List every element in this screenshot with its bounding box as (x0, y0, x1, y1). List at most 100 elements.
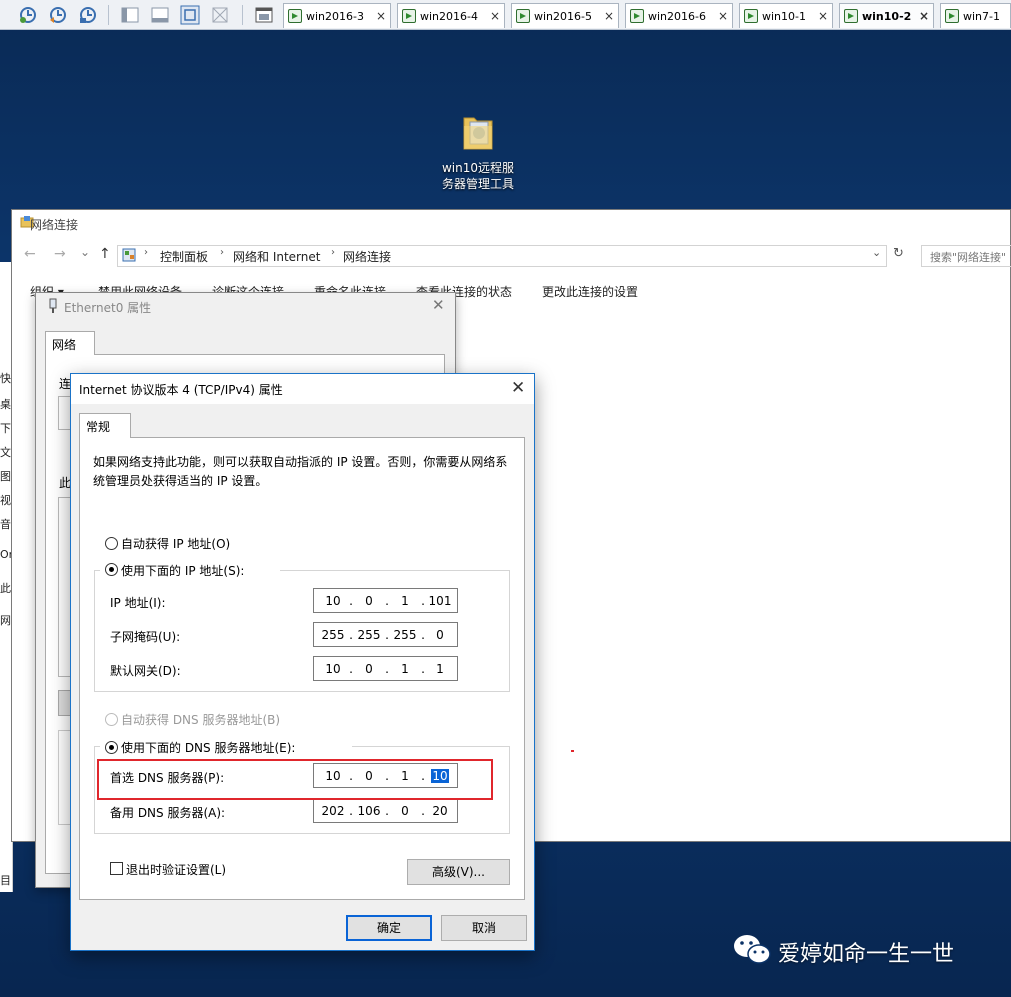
unity-icon[interactable] (210, 5, 230, 25)
network-adapter-icon (47, 298, 59, 317)
vm-tab[interactable]: win2016-4 × (397, 3, 505, 28)
subnet-mask-label: 子网掩码(U): (110, 630, 181, 644)
close-icon[interactable]: × (490, 9, 500, 23)
cancel-button[interactable]: 取消 (441, 915, 527, 941)
gateway-label: 默认网关(D): (110, 664, 181, 678)
ipv4-dialog-title: Internet 协议版本 4 (TCP/IPv4) 属性 (79, 383, 283, 397)
annotation-highlight-box (97, 759, 493, 800)
folder-icon[interactable] (462, 112, 494, 152)
strip-label: 网 (0, 614, 11, 627)
tab-general[interactable]: 常规 (79, 413, 131, 438)
ip-octet: 255 (393, 628, 417, 642)
console-view-icon[interactable] (150, 5, 170, 25)
vm-icon (630, 9, 644, 23)
auto-dns-radio[interactable] (105, 713, 118, 726)
close-icon[interactable]: × (604, 9, 614, 23)
refresh-icon[interactable]: ↻ (893, 246, 904, 261)
ip-octet: 0 (401, 804, 409, 818)
close-icon[interactable]: ✕ (432, 296, 445, 314)
validate-checkbox[interactable] (110, 862, 123, 875)
ip-octet: 255 (357, 628, 381, 642)
revert-snapshot-icon[interactable] (48, 5, 68, 25)
control-panel-icon (122, 248, 136, 265)
manual-dns-label[interactable]: 使用下面的 DNS 服务器地址(E): (121, 739, 295, 756)
close-icon[interactable]: × (818, 9, 828, 23)
close-icon[interactable]: × (376, 9, 386, 23)
vm-icon (744, 9, 758, 23)
library-view-icon[interactable] (120, 5, 140, 25)
advanced-button[interactable]: 高级(V)... (407, 859, 510, 885)
change-settings-command[interactable]: 更改此连接的设置 (542, 283, 638, 300)
forward-arrow-icon[interactable]: → (54, 246, 66, 262)
gateway-field[interactable]: 10 . 0 . 1 . 1 (313, 656, 458, 681)
ok-button[interactable]: 确定 (346, 915, 432, 941)
back-arrow-icon[interactable]: ← (24, 246, 36, 262)
auto-ip-label[interactable]: 自动获得 IP 地址(O) (121, 535, 230, 552)
vm-tab[interactable]: win2016-5 × (511, 3, 619, 28)
ip-address-field[interactable]: 10 . 0 . 1 . 101 (313, 588, 458, 613)
ethernet-dialog-title: Ethernet0 属性 (64, 301, 152, 315)
ip-octet: 0 (365, 662, 373, 676)
snapshot-manager-icon[interactable] (78, 5, 98, 25)
ip-octet: 1 (436, 662, 444, 676)
strip-label: 图 (0, 470, 11, 483)
manual-ip-label[interactable]: 使用下面的 IP 地址(S): (121, 562, 244, 579)
ip-octet: 10 (325, 662, 341, 676)
manual-dns-radio[interactable] (105, 741, 118, 754)
ip-octet: 202 (321, 804, 345, 818)
alternate-dns-label: 备用 DNS 服务器(A): (110, 806, 226, 820)
vm-tab[interactable]: win10-1 × (739, 3, 833, 28)
chevron-down-icon[interactable]: ⌄ (872, 246, 881, 259)
annotation-mark (571, 750, 574, 752)
snapshot-icon[interactable] (18, 5, 38, 25)
search-input[interactable]: 搜索"网络连接" (921, 245, 1011, 267)
desktop-folder-label[interactable]: win10远程服 务器管理工具 (428, 160, 528, 192)
ip-octet: 1 (401, 594, 409, 608)
close-icon[interactable]: × (718, 9, 728, 23)
ip-octet: 101 (428, 594, 452, 608)
ip-octet: 20 (432, 804, 448, 818)
vm-tab[interactable]: win2016-3 × (283, 3, 391, 28)
full-screen-icon[interactable] (180, 5, 200, 25)
vm-toolbar: win2016-3 × win2016-4 × win2016-5 × win2… (0, 0, 1011, 30)
ip-octet: 0 (365, 594, 373, 608)
ipv4-description: 如果网络支持此功能，则可以获取自动指派的 IP 设置。否则，你需要从网络系统管理… (93, 455, 508, 488)
vm-tab[interactable]: win2016-6 × (625, 3, 733, 28)
close-icon[interactable]: × (919, 9, 929, 23)
toolbar-separator (108, 5, 109, 25)
ip-octet: 255 (321, 628, 345, 642)
breadcrumb-item[interactable]: 控制面板 (160, 248, 208, 265)
breadcrumb-item[interactable]: 网络连接 (343, 248, 391, 265)
tab-network[interactable]: 网络 (45, 331, 95, 355)
vm-icon (402, 9, 416, 23)
auto-ip-radio[interactable] (105, 537, 118, 550)
vm-icon (844, 9, 858, 23)
up-arrow-icon[interactable]: ↑ (99, 246, 111, 262)
alternate-dns-field[interactable]: 202 . 106 . 0 . 20 (313, 798, 458, 823)
manual-ip-radio[interactable] (105, 563, 118, 576)
ip-octet: 10 (325, 594, 341, 608)
explorer-title: 网络连接 (30, 218, 79, 232)
ip-octet: 106 (357, 804, 381, 818)
vm-tab-active[interactable]: win10-2 × (839, 3, 934, 28)
wechat-icon (732, 933, 772, 967)
vm-icon (288, 9, 302, 23)
vm-tab[interactable]: win7-1 (940, 3, 1011, 28)
watermark-text: 爱婷如命一生一世 (778, 942, 955, 967)
strip-label: 此 (0, 582, 11, 595)
vm-window-icon[interactable] (254, 5, 274, 25)
breadcrumb-item[interactable]: 网络和 Internet (233, 248, 320, 265)
close-icon[interactable]: ✕ (511, 378, 525, 398)
strip-label: 快 (0, 372, 11, 385)
strip-label: 下 (0, 422, 11, 435)
chevron-down-icon[interactable]: ⌄ (80, 245, 90, 259)
strip-label: 桌 (0, 398, 11, 411)
subnet-mask-field[interactable]: 255 . 255 . 255 . 0 (313, 622, 458, 647)
toolbar-separator (242, 5, 243, 25)
strip-label: 目 (0, 874, 11, 887)
ip-octet: 0 (436, 628, 444, 642)
validate-label[interactable]: 退出时验证设置(L) (126, 861, 226, 878)
auto-dns-label[interactable]: 自动获得 DNS 服务器地址(B) (121, 711, 280, 728)
strip-label: 视 (0, 494, 11, 507)
ip-octet: 1 (401, 662, 409, 676)
